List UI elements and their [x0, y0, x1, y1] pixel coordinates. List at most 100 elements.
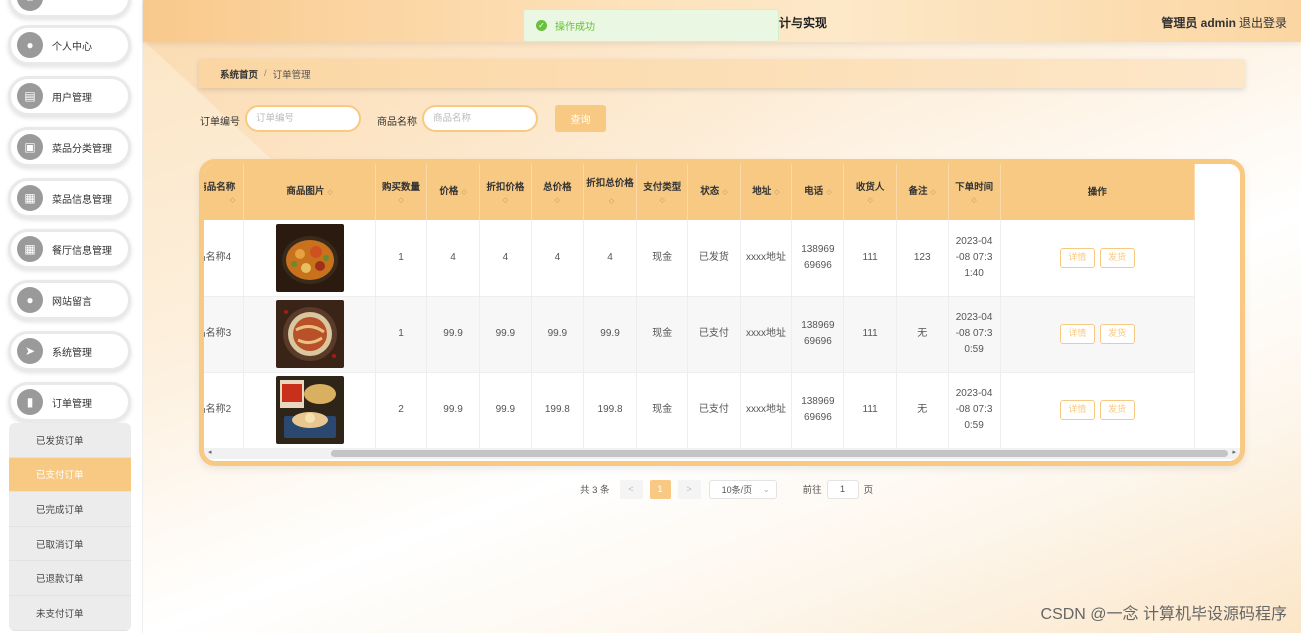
cell-qty: 1	[375, 296, 428, 373]
watermark: CSDN @一念 计算机毕设源码程序	[1040, 606, 1287, 623]
col-header-remark[interactable]: 备注 ◇	[896, 164, 949, 220]
cell-discount-total: 199.8	[583, 372, 638, 449]
col-header-time[interactable]: 下单时间 ◇	[948, 164, 1001, 220]
cell-name: 商品名称3	[204, 296, 245, 373]
cell-receiver: 111	[843, 296, 897, 373]
col-header-address[interactable]: 地址 ◇	[740, 164, 793, 220]
sidebar-item-system-management[interactable]: ➤ 系统管理	[8, 331, 131, 371]
product-name-label: 商品名称	[377, 117, 417, 128]
submenu-item-refunded[interactable]: 已退款订单	[9, 561, 131, 596]
next-page-button[interactable]: >	[677, 479, 701, 499]
search-button[interactable]: 查询	[555, 105, 606, 132]
submenu-item-shipped[interactable]: 已发货订单	[9, 423, 131, 458]
sidebar-item-order-management[interactable]: ▮ 订单管理	[8, 382, 131, 422]
app-title: 计与实现	[779, 16, 828, 30]
product-name-input[interactable]	[422, 105, 538, 132]
cell-address: xxxx地址	[740, 296, 793, 373]
cell-image	[243, 296, 376, 373]
users-icon: ▤	[17, 83, 43, 109]
col-header-name[interactable]: 商品名称 ◇	[204, 164, 245, 220]
detail-button[interactable]: 详情	[1059, 324, 1095, 344]
scroll-right-icon[interactable]: ▸	[1232, 448, 1236, 456]
sidebar-item-messages[interactable]: ● 网站留言	[8, 280, 131, 320]
order-number-label: 订单编号	[200, 117, 240, 128]
cell-address: xxxx地址	[740, 372, 793, 449]
prev-page-button[interactable]: <	[619, 479, 643, 499]
cell-price: 99.9	[426, 296, 480, 373]
user-icon: ●	[17, 32, 43, 58]
submenu-item-unpaid[interactable]: 未支付订单	[9, 596, 131, 631]
detail-button[interactable]: 详情	[1059, 400, 1095, 420]
cell-address: xxxx地址	[740, 220, 793, 297]
order-submenu: 已发货订单 已支付订单 已完成订单 已取消订单 已退款订单 未支付订单	[9, 423, 131, 631]
cell-receiver: 111	[843, 220, 897, 297]
chart-icon: ▮	[17, 389, 43, 415]
scrollbar-thumb[interactable]	[331, 450, 1228, 457]
cell-actions: 详情 发货	[1000, 220, 1196, 297]
cell-time: 2023-04-08 07:31:40	[948, 220, 1001, 297]
sidebar-item-restaurant-management[interactable]: ▦ 餐厅信息管理	[8, 229, 131, 269]
cell-time: 2023-04-08 07:30:59	[948, 372, 1001, 449]
cell-status: 已支付	[687, 296, 741, 373]
order-number-input[interactable]	[245, 105, 361, 132]
cell-image	[243, 220, 376, 297]
breadcrumb-current: 订单管理	[272, 69, 311, 81]
sidebar-item-label: 个人中心	[52, 41, 92, 53]
horizontal-scrollbar[interactable]: ◂ ▸	[204, 448, 1240, 459]
submenu-item-completed[interactable]: 已完成订单	[9, 492, 131, 527]
goto-label: 前往	[802, 485, 822, 496]
breakfast-set-image	[275, 376, 344, 444]
page-size-value: 10条/页	[721, 484, 753, 495]
sidebar: ≡ ● 个人中心 ▤ 用户管理 ▣ 菜品分类管理 ▦ 菜品信息管理 ▦ 餐厅信息…	[0, 0, 143, 633]
breadcrumb-home[interactable]: 系统首页	[220, 67, 258, 81]
breadcrumb-separator: /	[264, 68, 267, 79]
sidebar-item-category-management[interactable]: ▣ 菜品分类管理	[8, 127, 131, 167]
col-header-image[interactable]: 商品图片 ◇	[243, 164, 376, 220]
breadcrumb: 系统首页 / 订单管理	[199, 59, 1245, 88]
cell-phone: 13896969696	[791, 372, 845, 449]
table-row: 商品名称2 2 99.9 99.9 199.8 199.8	[204, 372, 1196, 449]
ship-button[interactable]: 发货	[1099, 324, 1135, 344]
sidebar-item-label: 网站留言	[52, 296, 92, 308]
sidebar-item-top[interactable]: ≡	[8, 0, 131, 18]
check-icon: ✓	[536, 20, 547, 31]
orders-table: 商品名称 ◇ 商品图片 ◇ 购买数量 ◇ 价格 ◇ 折扣价格 ◇ 总价格 ◇ 折扣总价格◇ …	[199, 159, 1245, 466]
toast-message: 操作成功	[555, 22, 595, 33]
cell-pay-type: 现金	[636, 372, 689, 449]
col-header-total[interactable]: 总价格 ◇	[531, 164, 584, 220]
grid-icon: ▦	[17, 236, 43, 262]
sidebar-item-personal-center[interactable]: ● 个人中心	[8, 25, 131, 65]
sidebar-item-label: 订单管理	[52, 398, 92, 410]
cell-price: 4	[426, 220, 480, 297]
submenu-item-paid[interactable]: 已支付订单	[9, 457, 131, 493]
col-header-status[interactable]: 状态 ◇	[687, 164, 741, 220]
cell-name: 商品名称2	[204, 372, 245, 449]
col-header-discount-price[interactable]: 折扣价格 ◇	[479, 164, 532, 220]
detail-button[interactable]: 详情	[1059, 247, 1095, 268]
ship-button[interactable]: 发货	[1099, 400, 1135, 420]
menu-icon: ≡	[17, 0, 43, 11]
col-header-phone[interactable]: 电话 ◇	[791, 164, 845, 220]
cell-discount-price: 99.9	[479, 372, 532, 449]
cell-phone: 13896969696	[791, 220, 845, 297]
scroll-left-icon[interactable]: ◂	[208, 448, 212, 456]
page-number-current[interactable]: 1	[649, 479, 671, 499]
submenu-item-cancelled[interactable]: 已取消订单	[9, 527, 131, 562]
col-header-pay-type[interactable]: 支付类型 ◇	[636, 164, 689, 220]
cell-remark: 123	[896, 220, 949, 297]
goto-page-input[interactable]: 1	[826, 479, 859, 499]
logout-link[interactable]: 退出登录	[1239, 14, 1287, 31]
cell-qty: 2	[375, 372, 428, 449]
sidebar-item-dish-management[interactable]: ▦ 菜品信息管理	[8, 178, 131, 218]
col-header-qty[interactable]: 购买数量 ◇	[375, 164, 428, 220]
cell-total: 99.9	[531, 296, 584, 373]
cell-image	[243, 372, 376, 449]
paella-dish-image	[275, 223, 344, 292]
total-count: 共 3 条	[580, 485, 610, 496]
col-header-discount-total[interactable]: 折扣总价格◇	[583, 164, 638, 220]
sidebar-item-user-management[interactable]: ▤ 用户管理	[8, 76, 131, 116]
col-header-receiver[interactable]: 收货人 ◇	[843, 164, 897, 220]
page-size-select[interactable]: 10条/页 ⌄	[708, 479, 777, 499]
ship-button[interactable]: 发货	[1099, 247, 1135, 268]
col-header-price[interactable]: 价格 ◇	[426, 164, 480, 220]
